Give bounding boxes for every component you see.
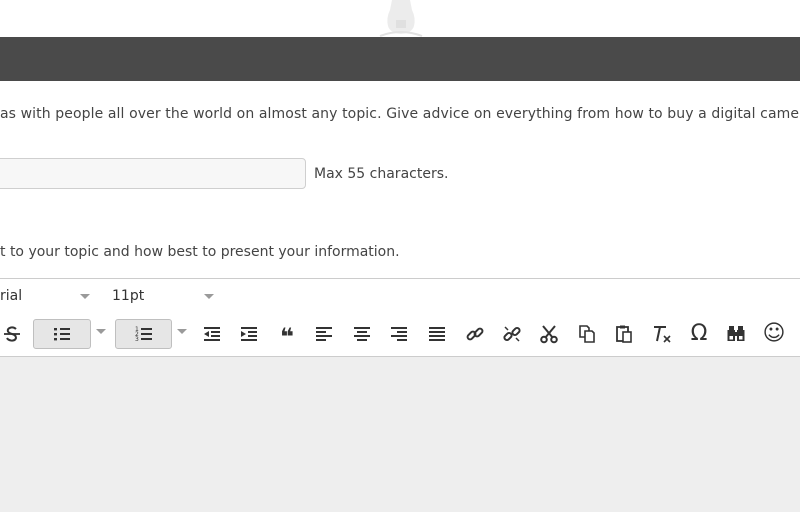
editor-format-bar: rial 11pt [0, 279, 800, 315]
emoticons-button[interactable]: ☺ [759, 319, 789, 349]
align-center-icon [354, 327, 370, 341]
indent-icon [241, 327, 257, 341]
special-character-button[interactable]: Ω [684, 319, 714, 349]
align-right-icon [391, 327, 407, 341]
header-bar [0, 37, 800, 81]
font-size-value: 11pt [112, 288, 145, 304]
site-logo [378, 0, 424, 37]
bullet-list-icon [54, 328, 70, 341]
chevron-down-icon[interactable] [96, 329, 106, 334]
bullet-list-button[interactable] [33, 319, 91, 349]
editor-toolbar: 1 2 3 ❝ Ω ☺ [0, 315, 800, 355]
chevron-down-icon[interactable] [177, 329, 187, 334]
chevron-down-icon [204, 294, 214, 299]
align-justify-icon [429, 327, 445, 341]
rich-text-editor: rial 11pt 1 2 3 ❝ Ω ☺ [0, 278, 800, 512]
outdent-button[interactable] [197, 319, 227, 349]
clear-format-icon [654, 326, 671, 343]
title-input[interactable] [0, 158, 306, 189]
remove-link-button[interactable] [497, 319, 527, 349]
align-left-icon [316, 327, 332, 341]
unlink-icon [503, 326, 521, 342]
blockquote-button[interactable]: ❝ [272, 319, 302, 349]
blockquote-icon: ❝ [279, 323, 295, 351]
copy-icon [579, 325, 595, 343]
font-family-select[interactable]: rial [0, 287, 96, 309]
chevron-down-icon [80, 294, 90, 299]
special-char-icon: Ω [690, 321, 708, 346]
align-center-button[interactable] [347, 319, 377, 349]
paste-button[interactable] [609, 319, 639, 349]
svg-text:3: 3 [135, 336, 139, 343]
numbered-list-button[interactable]: 1 2 3 [115, 319, 172, 349]
max-characters-note: Max 55 characters. [314, 166, 449, 182]
copy-button[interactable] [572, 319, 602, 349]
clear-formatting-button[interactable] [647, 319, 677, 349]
align-justify-button[interactable] [422, 319, 452, 349]
font-family-value: rial [0, 288, 23, 304]
outdent-icon [204, 327, 220, 341]
emoticon-icon: ☺ [762, 321, 786, 346]
editor-content-area[interactable] [0, 356, 800, 512]
strikethrough-button[interactable] [0, 319, 27, 349]
align-left-button[interactable] [309, 319, 339, 349]
font-size-select[interactable]: 11pt [112, 287, 218, 309]
intro-text: as with people all over the world on alm… [0, 106, 800, 122]
paste-icon [616, 325, 632, 343]
cut-button[interactable] [534, 319, 564, 349]
numbered-list-icon: 1 2 3 [135, 326, 152, 343]
insert-link-button[interactable] [460, 319, 490, 349]
find-replace-icon [727, 326, 745, 341]
strikethrough-icon [4, 326, 20, 342]
find-replace-button[interactable] [721, 319, 751, 349]
align-right-button[interactable] [384, 319, 414, 349]
cut-icon [540, 325, 558, 344]
content-hint-text: t to your topic and how best to present … [0, 244, 400, 260]
indent-button[interactable] [234, 319, 264, 349]
link-icon [466, 327, 484, 341]
